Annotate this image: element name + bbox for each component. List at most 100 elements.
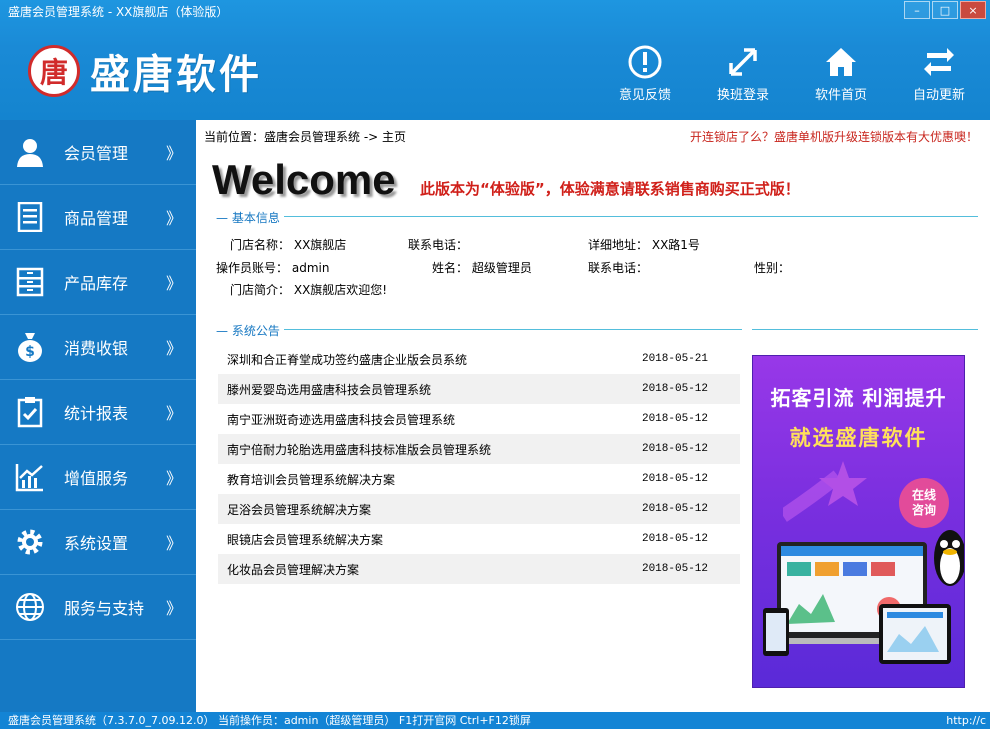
notice-text: 教育培训会员管理系统解决方案 — [227, 472, 396, 487]
intro-row: 门店简介： XX旗舰店欢迎您! — [230, 281, 387, 298]
feedback-label: 意见反馈 — [618, 88, 671, 103]
chevron-right-icon: 》 — [165, 274, 182, 293]
main-content: 当前位置：盛唐会员管理系统 -> 主页 开连锁店了么？盛唐单机版升级连锁版本有大… — [196, 120, 990, 712]
basic-info-title: — 基本信息 — [216, 209, 284, 226]
intro-value: XX旗舰店欢迎您! — [293, 283, 388, 297]
cashier-icon: $ — [14, 331, 46, 363]
inventory-icon — [14, 266, 46, 298]
section-divider — [216, 216, 978, 217]
feedback-icon — [628, 45, 662, 79]
list-item[interactable]: 深圳和合正脊堂成功签约盛唐企业版会员系统 2018-05-21 — [218, 344, 740, 374]
notice-text: 眼镜店会员管理系统解决方案 — [227, 532, 384, 547]
sidebar-item-goods[interactable]: 商品管理 》 — [0, 185, 196, 250]
list-item[interactable]: 滕州爱婴岛选用盛唐科技会员管理系统 2018-05-12 — [218, 374, 740, 404]
feedback-button[interactable]: 意见反馈 — [614, 44, 676, 103]
globe-icon — [14, 591, 46, 623]
notice-text: 滕州爱婴岛选用盛唐科技会员管理系统 — [227, 382, 432, 397]
store-name-row: 门店名称： XX旗舰店 — [230, 236, 346, 253]
notice-text: 南宁亚洲斑奇迹选用盛唐科技会员管理系统 — [227, 412, 456, 427]
notice-text: 南宁倍耐力轮胎选用盛唐科技标准版会员管理系统 — [227, 442, 492, 457]
settings-icon — [14, 526, 46, 558]
sidebar-item-support[interactable]: 服务与支持 》 — [0, 575, 196, 640]
contact-phone2-label: 联系电话： — [588, 261, 649, 275]
list-item[interactable]: 南宁倍耐力轮胎选用盛唐科技标准版会员管理系统 2018-05-12 — [218, 434, 740, 464]
online-consult-label: 在线 咨询 — [911, 488, 936, 517]
sidebar-item-report[interactable]: 统计报表 》 — [0, 380, 196, 445]
ad-headline: 拓客引流 利润提升 — [770, 386, 947, 410]
section-divider — [216, 329, 742, 330]
address-value: XX路1号 — [651, 238, 700, 252]
list-item[interactable]: 眼镜店会员管理系统解决方案 2018-05-12 — [218, 524, 740, 554]
online-consult-button[interactable]: 在线 咨询 — [899, 478, 949, 528]
notice-date: 2018-05-12 — [641, 503, 708, 515]
sidebar-item-label: 会员管理 — [64, 144, 129, 163]
chevron-right-icon: 》 — [165, 599, 182, 618]
notice-text: 化妆品会员管理解决方案 — [227, 562, 360, 577]
chevron-right-icon: 》 — [165, 404, 182, 423]
list-item[interactable]: 化妆品会员管理解决方案 2018-05-12 — [218, 554, 740, 584]
switch-shift-label: 换班登录 — [716, 88, 769, 103]
svg-text:$: $ — [25, 344, 35, 360]
contact-phone-label: 联系电话： — [408, 238, 469, 252]
chevron-right-icon: 》 — [165, 469, 182, 488]
store-name-label: 门店名称： — [230, 238, 291, 252]
home-icon — [826, 48, 856, 76]
ad-subheadline: 就选盛唐软件 — [789, 426, 928, 450]
top-toolbar: 意见反馈 换班登录 软件首页 自动更新 — [614, 44, 970, 103]
switch-shift-button[interactable]: 换班登录 — [712, 44, 774, 103]
store-name-value: XX旗舰店 — [293, 238, 347, 252]
status-bar: 盛唐会员管理系统（7.3.7.0_7.09.12.0） 当前操作员：admin（… — [0, 712, 990, 729]
list-item[interactable]: 南宁亚洲斑奇迹选用盛唐科技会员管理系统 2018-05-12 — [218, 404, 740, 434]
sidebar-item-value-added[interactable]: 增值服务 》 — [0, 445, 196, 510]
list-item[interactable]: 足浴会员管理系统解决方案 2018-05-12 — [218, 494, 740, 524]
member-icon — [14, 136, 46, 168]
chevron-right-icon: 》 — [165, 339, 182, 358]
notices-title: — 系统公告 — [216, 322, 284, 339]
operator-label: 操作员账号： — [216, 261, 289, 275]
chevron-right-icon: 》 — [165, 144, 182, 163]
name-row: 姓名： 超级管理员 — [432, 259, 532, 276]
notice-date: 2018-05-12 — [641, 443, 708, 455]
sidebar-item-cashier[interactable]: $ 消费收银 》 — [0, 315, 196, 380]
chevron-right-icon: 》 — [165, 534, 182, 553]
sidebar-item-label: 消费收银 — [64, 339, 129, 358]
status-url[interactable]: http://c — [946, 712, 986, 729]
promo-link[interactable]: 开连锁店了么？盛唐单机版升级连锁版本有大优惠噢！ — [690, 128, 978, 145]
address-label: 详细地址： — [588, 238, 649, 252]
sidebar-item-label: 统计报表 — [64, 404, 129, 423]
notice-list: 深圳和合正脊堂成功签约盛唐企业版会员系统 2018-05-21 滕州爱婴岛选用盛唐… — [218, 344, 740, 584]
sidebar-item-label: 增值服务 — [64, 469, 129, 488]
list-item[interactable]: 教育培训会员管理系统解决方案 2018-05-12 — [218, 464, 740, 494]
update-label: 自动更新 — [912, 88, 965, 103]
switch-shift-icon — [729, 48, 757, 76]
minimize-button[interactable]: – — [904, 1, 930, 19]
address-row: 详细地址： XX路1号 — [588, 236, 700, 253]
report-icon — [14, 396, 46, 428]
name-label: 姓名： — [432, 261, 469, 275]
home-label: 软件首页 — [814, 88, 867, 103]
window-controls: – □ × — [904, 1, 986, 19]
sidebar-item-settings[interactable]: 系统设置 》 — [0, 510, 196, 575]
chevron-right-icon: 》 — [165, 209, 182, 228]
notice-text: 深圳和合正脊堂成功签约盛唐企业版会员系统 — [227, 352, 468, 367]
welcome-heading: Welcome — [212, 156, 396, 203]
goods-icon — [14, 201, 46, 233]
maximize-button[interactable]: □ — [932, 1, 958, 19]
logo-icon: 唐 — [28, 45, 80, 97]
sidebar-item-label: 商品管理 — [64, 209, 129, 228]
notice-text: 足浴会员管理系统解决方案 — [227, 502, 372, 517]
sidebar-item-label: 系统设置 — [64, 534, 129, 553]
star-icon — [783, 461, 867, 522]
ad-banner[interactable]: 拓客引流 利润提升 就选盛唐软件 在线 咨询 — [752, 355, 965, 688]
sidebar-item-member[interactable]: 会员管理 》 — [0, 120, 196, 185]
breadcrumb: 当前位置：盛唐会员管理系统 -> 主页 — [204, 130, 407, 144]
intro-label: 门店简介： — [230, 283, 291, 297]
update-button[interactable]: 自动更新 — [908, 44, 970, 103]
sidebar-item-inventory[interactable]: 产品库存 》 — [0, 250, 196, 315]
notice-date: 2018-05-12 — [641, 413, 708, 425]
close-button[interactable]: × — [960, 1, 986, 19]
sidebar-item-label: 产品库存 — [64, 274, 129, 293]
home-button[interactable]: 软件首页 — [810, 44, 872, 103]
notice-date: 2018-05-21 — [641, 353, 708, 365]
update-icon — [924, 48, 954, 76]
